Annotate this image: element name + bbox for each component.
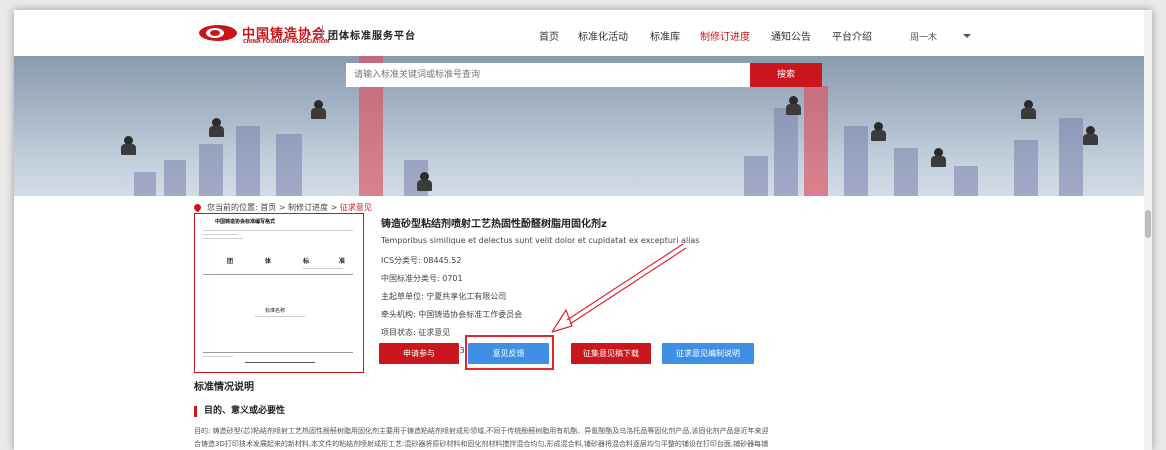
scrollbar-thumb[interactable] <box>1145 210 1151 238</box>
purpose-paragraph: 目的: 铸造砂型(芯)粘结剂喷射工艺热固性酚醛树脂用固化剂主要用于铸造粘结剂喷射… <box>194 427 769 435</box>
purpose-paragraph: 合铸造3D打印技术发展起来的新材料,本文件的粘结剂喷射成形工艺:混砂器将原砂材料… <box>194 440 769 448</box>
section-subtitle: 目的、意义或必要性 <box>194 406 285 417</box>
section-title: 标准情况说明 <box>194 382 254 393</box>
annotation-arrow-icon <box>551 243 687 333</box>
browser-page: 中国铸造协会 CHINA FOUNDRY ASSOCIATION 团体标准服务平… <box>14 10 1152 450</box>
